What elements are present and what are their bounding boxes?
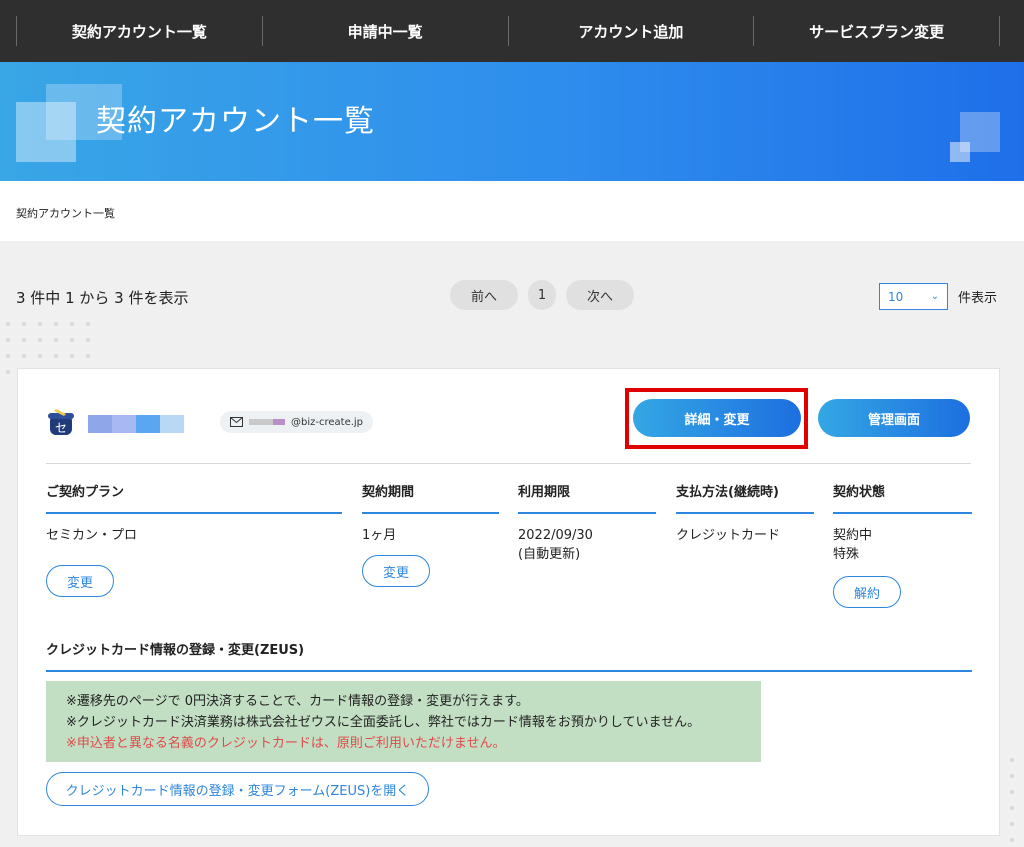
pagination: 前へ 1 次へ bbox=[450, 280, 634, 310]
account-header: セ @biz-create.jp 詳細・変更 管理画面 bbox=[18, 369, 999, 463]
divider bbox=[46, 463, 971, 464]
per-page-select[interactable]: 10 ⌄ bbox=[879, 283, 948, 310]
account-name-masked bbox=[88, 415, 184, 433]
dot-pattern-decor bbox=[1004, 752, 1024, 847]
listing-controls: 3 件中 1 から 3 件を表示 前へ 1 次へ 10 ⌄ 件表示 bbox=[0, 241, 1024, 349]
column-expiry: 利用期限 2022/09/30 (自動更新) bbox=[518, 481, 656, 564]
column-header: ご契約プラン bbox=[46, 481, 342, 514]
column-header: 利用期限 bbox=[518, 481, 656, 514]
result-count: 3 件中 1 から 3 件を表示 bbox=[16, 289, 189, 307]
account-card: セ @biz-create.jp 詳細・変更 管理画面 ご契約プラン セミカン・… bbox=[17, 368, 1000, 836]
column-status: 契約状態 契約中 特殊 解約 bbox=[833, 481, 972, 608]
nav-item-add-account[interactable]: アカウント追加 bbox=[509, 16, 755, 46]
per-page-control: 10 ⌄ 件表示 bbox=[879, 283, 997, 310]
page-1-button[interactable]: 1 bbox=[528, 280, 556, 310]
expiry-date: 2022/09/30 bbox=[518, 528, 593, 543]
status-main: 契約中 bbox=[833, 528, 873, 543]
masked-block bbox=[112, 415, 136, 433]
period-value: 1ヶ月 bbox=[362, 528, 397, 543]
status-sub: 特殊 bbox=[833, 547, 860, 562]
column-period: 契約期間 1ヶ月 変更 bbox=[362, 481, 499, 587]
change-plan-button[interactable]: 変更 bbox=[46, 565, 114, 597]
column-header: 契約状態 bbox=[833, 481, 972, 514]
masked-block bbox=[88, 415, 112, 433]
highlight-box bbox=[625, 388, 808, 449]
top-navigation: 契約アカウント一覧 申請中一覧 アカウント追加 サービスプラン変更 bbox=[0, 0, 1024, 62]
nav-item-pending-applications[interactable]: 申請中一覧 bbox=[263, 16, 509, 46]
email-domain: @biz-create.jp bbox=[291, 416, 364, 428]
svg-text:セ: セ bbox=[55, 421, 67, 435]
prev-page-button[interactable]: 前へ bbox=[450, 280, 518, 310]
open-credit-card-form-button[interactable]: クレジットカード情報の登録・変更フォーム(ZEUS)を開く bbox=[46, 772, 429, 806]
notice-line: ※クレジットカード決済業務は株式会社ゼウスに全面委託し、弊社ではカード情報をお預… bbox=[66, 715, 701, 730]
next-page-button[interactable]: 次へ bbox=[566, 280, 634, 310]
credit-card-notice: ※遷移先のページで 0円決済することで、カード情報の登録・変更が行えます。 ※ク… bbox=[46, 681, 761, 762]
decor-square bbox=[950, 142, 970, 162]
email-badge: @biz-create.jp bbox=[220, 411, 374, 433]
column-plan: ご契約プラン セミカン・プロ 変更 bbox=[46, 481, 342, 597]
change-period-button[interactable]: 変更 bbox=[362, 555, 430, 587]
credit-card-section-title: クレジットカード情報の登録・変更(ZEUS) bbox=[46, 639, 972, 672]
cancel-contract-button[interactable]: 解約 bbox=[833, 576, 901, 608]
hero-banner: 契約アカウント一覧 bbox=[0, 62, 1024, 181]
notice-line: ※遷移先のページで 0円決済することで、カード情報の登録・変更が行えます。 bbox=[66, 694, 529, 709]
breadcrumb-current: 契約アカウント一覧 bbox=[16, 207, 115, 220]
nav-item-change-service-plan[interactable]: サービスプラン変更 bbox=[754, 16, 1000, 46]
dot-pattern-decor bbox=[0, 316, 100, 376]
expiry-value: 2022/09/30 (自動更新) bbox=[518, 526, 656, 564]
notice-warning: ※申込者と異なる名義のクレジットカードは、原則ご利用いただけません。 bbox=[66, 736, 506, 751]
masked-block bbox=[160, 415, 184, 433]
page-title: 契約アカウント一覧 bbox=[96, 104, 375, 139]
breadcrumb: 契約アカウント一覧 bbox=[0, 181, 1024, 241]
decor-square bbox=[16, 102, 76, 162]
plan-value: セミカン・プロ bbox=[46, 528, 138, 543]
column-header: 支払方法(継続時) bbox=[676, 481, 814, 514]
nav-item-contract-accounts[interactable]: 契約アカウント一覧 bbox=[16, 16, 263, 46]
column-payment: 支払方法(継続時) クレジットカード bbox=[676, 481, 814, 545]
payment-value: クレジットカード bbox=[676, 528, 781, 543]
semican-logo-icon: セ bbox=[48, 409, 74, 435]
mail-icon bbox=[230, 417, 243, 427]
admin-panel-button[interactable]: 管理画面 bbox=[818, 399, 970, 437]
per-page-value: 10 bbox=[888, 289, 904, 304]
column-header: 契約期間 bbox=[362, 481, 499, 514]
email-masked-part bbox=[249, 419, 285, 425]
status-value: 契約中 特殊 bbox=[833, 526, 972, 564]
per-page-label: 件表示 bbox=[958, 291, 998, 306]
masked-block bbox=[136, 415, 160, 433]
chevron-down-icon: ⌄ bbox=[930, 291, 939, 302]
auto-renew-note: (自動更新) bbox=[518, 547, 581, 562]
